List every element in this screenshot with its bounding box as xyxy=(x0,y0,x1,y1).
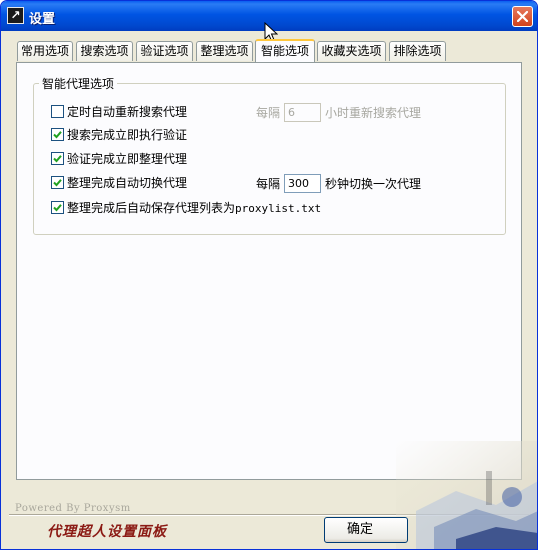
groupbox-title: 智能代理选项 xyxy=(39,75,118,92)
corner-decoration-icon xyxy=(396,441,537,549)
research-interval-prefix: 每隔 xyxy=(256,106,281,120)
organize-after-verify-checkbox[interactable] xyxy=(51,152,64,165)
filename-text: proxylist.txt xyxy=(235,202,322,215)
auto-switch-checkbox[interactable] xyxy=(51,176,64,189)
tab-favorites[interactable]: 收藏夹选项 xyxy=(317,41,386,61)
option-label: 搜索完成立即执行验证 xyxy=(67,128,188,142)
checkmark-icon xyxy=(53,155,62,163)
window-title: 设置 xyxy=(29,12,56,27)
tab-exclude[interactable]: 排除选项 xyxy=(389,41,446,61)
ok-button[interactable]: 确定 xyxy=(324,517,408,543)
verify-after-search-checkbox[interactable] xyxy=(51,128,64,141)
tab-search[interactable]: 搜索选项 xyxy=(76,41,133,61)
close-button[interactable] xyxy=(512,6,533,27)
switch-interval-suffix: 秒钟切换一次代理 xyxy=(325,177,422,191)
option-label: 定时自动重新搜索代理 xyxy=(67,105,188,119)
tab-common[interactable]: 常用选项 xyxy=(17,41,73,61)
tab-organize[interactable]: 整理选项 xyxy=(196,41,253,61)
close-icon xyxy=(517,11,528,22)
tab-smart[interactable]: 智能选项 xyxy=(255,39,315,62)
brand-title: 代理超人设置面板 xyxy=(47,524,167,540)
option-label: 整理完成自动切换代理 xyxy=(67,176,188,190)
tab-verify[interactable]: 验证选项 xyxy=(136,41,193,61)
checkmark-icon xyxy=(53,131,62,139)
research-interval-suffix: 小时重新搜索代理 xyxy=(325,106,422,120)
option-label-text: 整理完成后自动保存代理列表为 xyxy=(67,201,236,215)
powered-by-text: Powered By Proxysm xyxy=(15,503,131,514)
option-label: 整理完成后自动保存代理列表为proxylist.txt xyxy=(67,200,321,217)
research-interval-input[interactable]: 6 xyxy=(284,103,321,122)
auto-research-checkbox[interactable] xyxy=(51,105,64,118)
settings-window: ↗ 设置 常用选项 搜索选项 验证选项 整理选项 智能选项 收藏夹选项 排除选项… xyxy=(0,0,538,550)
option-label: 验证完成立即整理代理 xyxy=(67,152,188,166)
auto-save-checkbox[interactable] xyxy=(51,201,64,214)
checkmark-icon xyxy=(53,204,62,212)
switch-interval-input[interactable]: 300 xyxy=(284,174,321,193)
checkmark-icon xyxy=(53,179,62,187)
app-icon: ↗ xyxy=(7,7,24,24)
switch-interval-prefix: 每隔 xyxy=(256,177,281,191)
